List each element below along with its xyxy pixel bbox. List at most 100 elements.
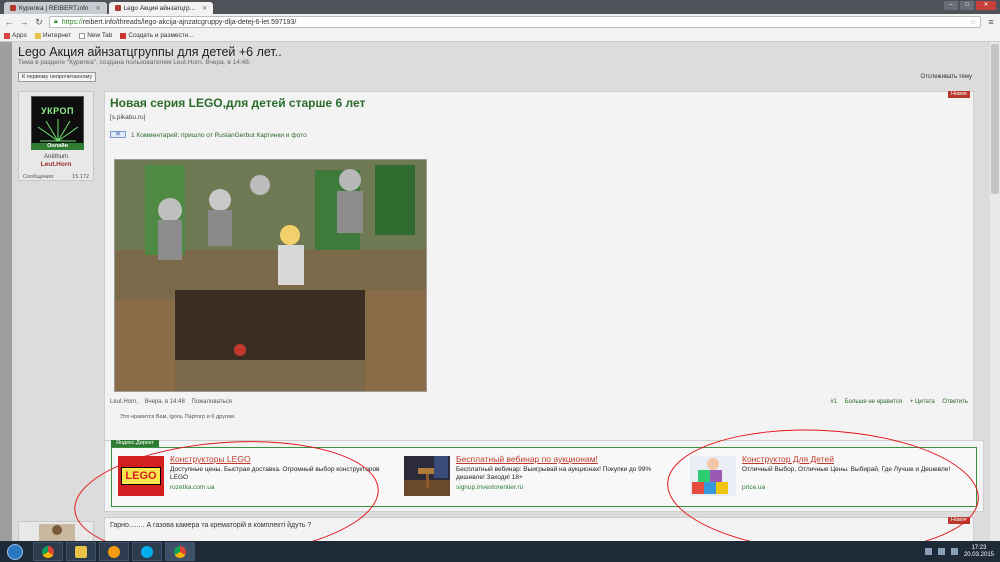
page-icon [79,32,86,39]
apps-icon [4,32,10,39]
close-window-icon[interactable]: ✕ [976,1,996,10]
ad-url[interactable]: rozetka.com.ua [170,484,214,491]
thread-subtitle: Тема в разделе "Курилка", создана пользо… [18,59,251,66]
skype-icon [141,545,153,558]
new-badge: Новое [947,91,970,98]
chrome-icon [42,545,54,558]
volume-icon[interactable] [950,548,958,555]
forward-icon[interactable]: → [19,17,29,27]
tray-flag-icon[interactable] [924,548,932,555]
tab-lego[interactable]: Lego Акция айнзатцгр... ✕ [108,2,214,14]
ad-text: Доступные цены. Быстрая доставка. Огромн… [170,466,380,481]
ad-lego[interactable]: LEGO Конструкторы LEGO Доступные цены. Б… [118,454,398,498]
windows-logo-icon [7,543,23,560]
reply-link[interactable]: Ответить [942,399,968,405]
media-player-icon [108,545,120,558]
taskbar-skype[interactable] [132,542,162,561]
lego-logo-icon: LEGO [118,456,164,496]
reload-icon[interactable]: ↻ [34,17,44,28]
user-info-panel-2 [18,521,94,541]
page-scrollbar[interactable] [990,42,1000,541]
online-badge: Онлайн [31,143,84,150]
chrome-icon [174,545,186,558]
taskbar-media[interactable] [99,542,129,561]
post-date[interactable]: Вчера, в 14:48 [145,399,185,405]
post-number[interactable]: #1 [830,399,837,405]
bookmark-apps[interactable]: Apps [4,32,27,39]
taskbar-chrome[interactable] [33,542,63,561]
bookmarks-bar: Apps Интернет New Tab Создать и разместн… [0,30,1000,42]
url-text: reibert.info/threads/lego-akcija-ajnzatc… [82,18,297,26]
ad-title[interactable]: Конструкторы LEGO [170,454,251,464]
username-link[interactable]: Leut.Horn [19,161,93,168]
post-2: Новое Гарно........ А газова камера та к… [104,517,974,541]
ad-title[interactable]: Конструктор Для Детей [742,454,834,464]
post-1: Новое Новая серия LEGO,для детей старше … [104,91,974,470]
likes-summary: Это нравится Вам, igora, Партогр и 6 дру… [120,414,236,420]
browser-toolbar: ← → ↻ 🔒︎ https://reibert.info/threads/le… [0,14,1000,30]
bookmark-create[interactable]: Создать и разместн... [120,32,194,39]
page-viewport: Lego Акция айнзатцгруппы для детей +6 ле… [0,42,1000,541]
start-button[interactable] [0,541,30,562]
windows-taskbar: 17:23 20.03.2015 [0,541,1000,562]
lego-diorama-image[interactable] [114,159,427,392]
forum-content: Lego Акция айнзатцгруппы для детей +6 ле… [12,42,990,541]
user-message-count: Сообщения: 15.172 [23,174,89,180]
quote-link[interactable]: + Цитата [910,399,935,405]
system-tray: 17:23 20.03.2015 [924,541,994,562]
tab-kurilka[interactable]: Курилка | REIBERT.info ✕ [4,2,107,14]
maximize-icon[interactable]: □ [960,1,974,10]
webinar-image-icon [404,456,450,496]
favicon-icon [10,5,16,11]
bookmark-new-tab[interactable]: New Tab [79,32,112,39]
close-tab-icon[interactable]: ✕ [96,5,101,12]
ad-url[interactable]: price.ua [742,484,765,491]
direct-ads-box: LEGO Конструкторы LEGO Доступные цены. Б… [111,447,977,507]
clock[interactable]: 17:23 20.03.2015 [964,545,994,559]
favicon-icon [114,5,121,11]
lock-icon: 🔒︎ [54,18,58,25]
first-unread-button[interactable]: К первому непрочитанному [18,72,97,82]
post-meta: 1 Комментарий; пришло от RuslanGerbut Ка… [131,132,307,139]
yandex-direct-block: Яндекс.Директ LEGO Конструкторы LEGO Дос… [104,440,984,512]
ad-constructor[interactable]: Конструктор Для Детей Отличный Выбор, От… [690,454,970,498]
ad-title[interactable]: Бесплатный вебинар по аукционам! [456,454,598,464]
bookmark-internet[interactable]: Интернет [34,32,71,39]
new-badge: Новое [947,517,970,524]
address-bar[interactable]: 🔒︎ https://reibert.info/threads/lego-akc… [49,16,981,28]
follow-thread-link[interactable]: Отслеживать тему [920,74,972,80]
post-footer: Leut.Horn, Вчера, в 14:48 Пожаловаться #… [110,399,968,405]
site-icon [120,32,127,39]
post-author[interactable]: Leut.Horn, [110,399,138,405]
folder-icon [34,32,41,39]
menu-icon[interactable]: ≡ [986,17,996,27]
post-body: Гарно........ А газова камера та кремато… [110,522,312,529]
user-info-panel: УКРОП Онлайн Anēthum Leut.Horn Сообщения… [18,91,94,181]
ad-url[interactable]: signup.investorentier.ru [456,484,523,491]
blocks-image-icon [690,456,736,496]
star-icon[interactable]: ☆ [970,18,976,26]
post-source[interactable]: [s.pikabu.ru] [110,114,145,121]
share-icon[interactable]: ⊞ [110,131,126,138]
taskbar-explorer[interactable] [66,542,96,561]
folder-icon [75,545,87,558]
scrollbar-thumb[interactable] [991,44,999,194]
back-icon[interactable]: ← [4,17,14,27]
window-controls: – □ ✕ [944,1,996,10]
taskbar-chrome-2[interactable] [165,542,195,561]
avatar[interactable]: УКРОП [31,96,84,150]
tab-label: Курилка | REIBERT.info [19,4,89,12]
close-tab-icon[interactable]: ✕ [202,5,207,12]
lego-scene-illustration [115,160,426,391]
avatar[interactable] [19,522,95,541]
tab-label: Lego Акция айнзатцгр... [123,4,196,12]
thread-title: Lego Акция айнзатцгруппы для детей +6 ле… [18,45,282,59]
post-title: Новая серия LEGO,для детей старше 6 лет [110,96,366,110]
direct-tab[interactable]: Яндекс.Директ [111,440,159,447]
minimize-icon[interactable]: – [944,1,958,10]
ad-webinar[interactable]: Бесплатный вебинар по аукционам! Бесплат… [404,454,684,498]
network-icon[interactable] [937,548,945,555]
report-link[interactable]: Пожаловаться [192,399,232,405]
dislike-link[interactable]: Больше не нравится [845,399,902,405]
ad-text: Бесплатный вебинар: Выигрывай на аукцион… [456,466,652,481]
